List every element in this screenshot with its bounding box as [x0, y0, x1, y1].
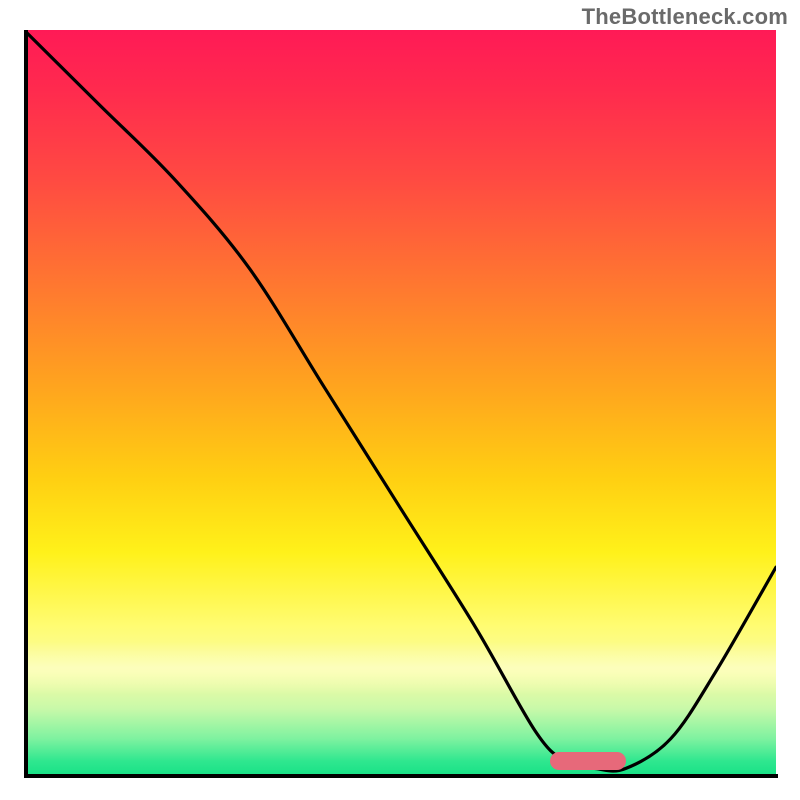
x-axis-line — [24, 774, 778, 778]
chart-stage: TheBottleneck.com — [0, 0, 800, 800]
plot-area — [24, 30, 776, 776]
watermark-text: TheBottleneck.com — [582, 4, 788, 30]
y-axis-line — [24, 30, 28, 776]
valley-marker — [550, 752, 625, 770]
